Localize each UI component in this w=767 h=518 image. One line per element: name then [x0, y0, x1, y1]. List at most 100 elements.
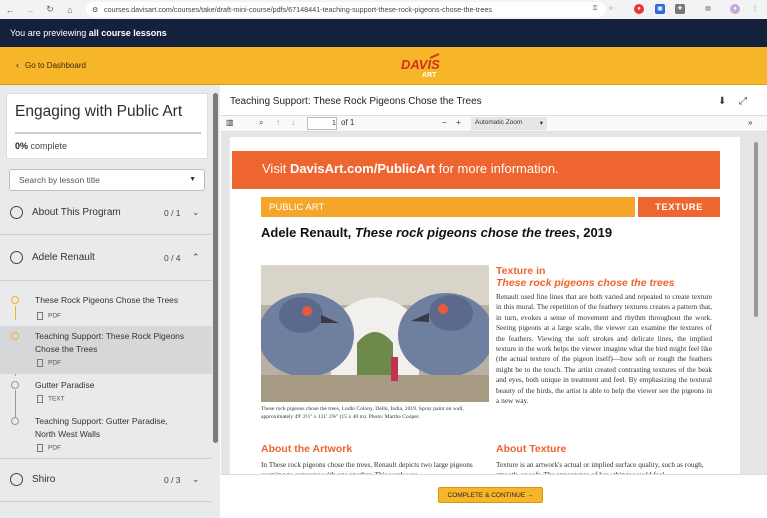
pdf-scrollbar-thumb[interactable] [754, 142, 758, 317]
preview-banner: You are previewing all course lessons [0, 19, 767, 47]
zoom-in-icon[interactable]: + [456, 118, 461, 127]
lesson-item[interactable]: These Rock Pigeons Chose the Trees PDF [0, 291, 212, 327]
sidebar-scrollbar[interactable] [213, 93, 218, 443]
lesson-type-label: PDF [48, 359, 61, 367]
lesson-search-select[interactable]: Search by lesson title ▼ [9, 169, 205, 191]
extension-icon[interactable]: ▣ [655, 4, 665, 14]
key-icon[interactable]: ⚿ [590, 4, 600, 14]
puzzle-extension-icon[interactable]: ✚ [675, 4, 685, 14]
module-title: About This Program [32, 207, 121, 218]
divider [0, 234, 212, 235]
caret-down-icon: ▾ [539, 120, 543, 127]
lesson-status-dot [11, 417, 19, 425]
home-icon[interactable]: ⌂ [64, 5, 76, 15]
module-title: Adele Renault [32, 252, 95, 263]
banner-link[interactable]: DavisArt.com/PublicArt [290, 161, 435, 176]
text-icon [37, 395, 43, 403]
next-page-icon[interactable]: ↓ [291, 118, 295, 127]
lesson-footer: COMPLETE & CONTINUE → [221, 474, 767, 518]
expand-icon[interactable]: ⤢ [739, 96, 747, 107]
texture-heading-line1: Texture in [496, 265, 546, 277]
module-adele-renault[interactable]: Adele Renault 0 / 4 ⌃ [0, 243, 212, 273]
lesson-title: Teaching Support: These Rock Pigeons Cho… [35, 331, 185, 354]
page-number-input[interactable]: 1 [307, 117, 337, 130]
about-artwork-heading: About the Artwork [261, 443, 353, 455]
complete-continue-button[interactable]: COMPLETE & CONTINUE → [438, 487, 543, 503]
texture-heading-line2: These rock pigeons chose the trees [496, 277, 675, 289]
pigeon-left-eye [302, 306, 312, 316]
dashboard-label: Go to Dashboard [25, 61, 86, 70]
adblock-extension-icon[interactable]: ● [634, 4, 644, 14]
search-placeholder: Search by lesson title [19, 175, 100, 185]
heading-artist: Adele Renault, [261, 225, 355, 240]
heading-title: These rock pigeons chose the trees [354, 225, 576, 240]
lesson-title: These Rock Pigeons Chose the Trees [35, 295, 179, 305]
go-to-dashboard-link[interactable]: ‹ Go to Dashboard [16, 60, 86, 70]
document-icon [37, 359, 43, 367]
zoom-value: Automatic Zoom [475, 119, 523, 126]
lesson-heading: Teaching Support: These Rock Pigeons Cho… [230, 96, 482, 107]
logo-sub: ART [422, 72, 437, 79]
artwork-heading: Adele Renault, These rock pigeons chose … [261, 225, 612, 240]
zoom-out-icon[interactable]: − [442, 118, 447, 127]
more-tools-icon[interactable]: » [748, 118, 752, 127]
lesson-item-active[interactable]: Teaching Support: These Rock Pigeons Cho… [0, 327, 212, 375]
document-icon [37, 312, 43, 320]
banner-post: for more information. [435, 161, 559, 176]
course-sidebar: Engaging with Public Art 0% complete Sea… [0, 85, 220, 518]
davis-art-logo[interactable]: DAVIS ART [400, 52, 440, 80]
banner-pre: Visit [262, 161, 290, 176]
reload-icon[interactable]: ↻ [44, 4, 56, 15]
pdf-page: Visit DavisArt.com/PublicArt for more in… [230, 137, 740, 474]
logo-text: DAVIS [401, 57, 440, 72]
progress-percent: 0% [15, 141, 29, 151]
bookmark-star-icon[interactable]: ☆ [606, 4, 616, 14]
lesson-title: Gutter Paradise [35, 380, 95, 390]
lesson-type: PDF [37, 312, 61, 320]
document-icon [37, 444, 43, 452]
about-artwork-body: In These rock pigeons chose the trees, R… [261, 460, 473, 474]
sidebar-toggle-icon[interactable]: ▤ [703, 4, 713, 14]
forward-icon[interactable]: → [24, 5, 36, 15]
download-icon[interactable]: ⬇ [718, 96, 726, 107]
sidebar-toggle-icon[interactable]: ▥ [226, 118, 234, 127]
lesson-item[interactable]: Teaching Support: Gutter Paradise, North… [0, 413, 212, 455]
course-title: Engaging with Public Art [15, 103, 183, 120]
caret-down-icon: ▼ [189, 176, 196, 183]
course-summary-card: Engaging with Public Art 0% complete [6, 93, 208, 159]
about-texture-heading: About Texture [496, 443, 567, 455]
divider [0, 280, 212, 281]
wall-arch [357, 332, 393, 375]
browser-menu-icon[interactable]: ⋮ [750, 4, 760, 14]
lesson-type-label: PDF [48, 444, 61, 452]
search-icon[interactable]: ⌕ [259, 118, 263, 128]
module-status-circle [10, 251, 23, 264]
module-about-this-program[interactable]: About This Program 0 / 1 ⌄ [0, 198, 212, 228]
pdf-info-banner: Visit DavisArt.com/PublicArt for more in… [232, 151, 720, 189]
section-label: PUBLIC ART [261, 197, 635, 217]
site-info-icon[interactable]: ⚙ [92, 6, 100, 14]
pdf-document-area[interactable]: Visit DavisArt.com/PublicArt for more in… [221, 132, 767, 474]
profile-avatar[interactable]: ● [730, 4, 740, 14]
topic-tag: TEXTURE [638, 197, 720, 217]
divider [0, 458, 212, 459]
page-number: 1 [332, 120, 336, 127]
pigeon-right-head [429, 295, 473, 331]
progress-suffix: complete [28, 141, 68, 151]
pdf-scrollbar[interactable] [753, 132, 759, 474]
texture-heading: Texture in These rock pigeons chose the t… [496, 265, 675, 289]
texture-body: Renault used fine lines that are both va… [496, 292, 712, 406]
divider [0, 501, 212, 502]
chevron-down-icon: ⌄ [192, 207, 200, 217]
lesson-item[interactable]: Gutter Paradise TEXT [0, 377, 212, 407]
previous-page-icon[interactable]: ↑ [276, 118, 280, 127]
page-total: of 1 [341, 118, 355, 127]
lesson-type: PDF [37, 444, 61, 452]
lesson-title: Teaching Support: Gutter Paradise, North… [35, 416, 168, 439]
address-bar[interactable]: ⚙ courses.davisart.com/courses/take/draf… [86, 2, 606, 17]
zoom-select[interactable]: Automatic Zoom ▾ [471, 117, 547, 130]
figure-in-photo [391, 357, 398, 381]
chevron-up-icon: ⌃ [192, 252, 200, 262]
module-shiro[interactable]: Shiro 0 / 3 ⌄ [0, 465, 212, 495]
back-icon[interactable]: ← [4, 5, 16, 15]
